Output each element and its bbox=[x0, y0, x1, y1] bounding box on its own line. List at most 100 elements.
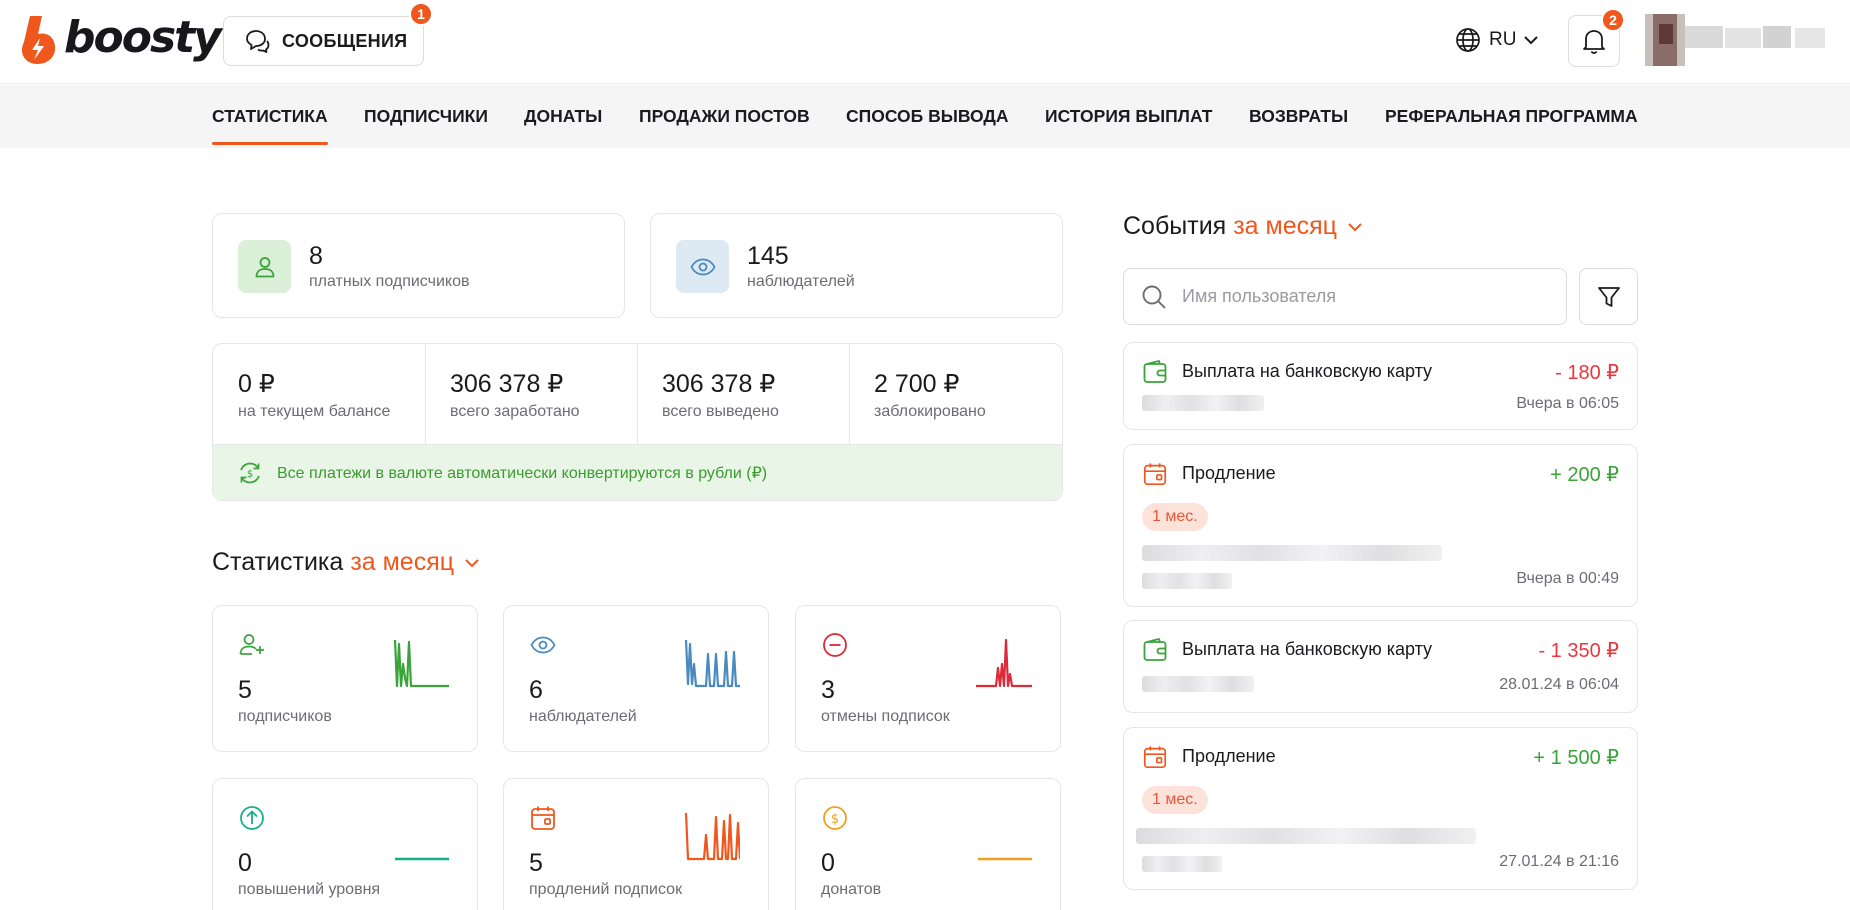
event-item-renewal-1[interactable]: Продление + 200 ₽ 1 мес. Вчера в 00:49 bbox=[1123, 444, 1638, 607]
calendar-icon bbox=[531, 806, 555, 830]
logo-wordmark: boosty bbox=[64, 11, 222, 63]
stat-card-subscribers[interactable]: 5 подписчиков bbox=[212, 605, 478, 752]
wallet-icon bbox=[1143, 638, 1167, 661]
redacted-text bbox=[1142, 545, 1442, 561]
arrow-up-circle-icon bbox=[240, 806, 264, 830]
event-amount: - 1 350 ₽ bbox=[1538, 640, 1619, 662]
currency-exchange-icon: $ bbox=[240, 462, 260, 483]
redacted-text bbox=[1142, 856, 1222, 872]
stat-renewals-value: 5 bbox=[529, 849, 543, 877]
user-icon bbox=[255, 256, 274, 277]
balance-withdrawn-value: 306 378 ₽ bbox=[662, 370, 776, 398]
events-title: События bbox=[1123, 212, 1227, 240]
event-item-renewal-2[interactable]: Продление + 1 500 ₽ 1 мес. 27.01.24 в 21… bbox=[1123, 727, 1638, 890]
events-period-dropdown[interactable]: за месяц bbox=[1233, 212, 1365, 241]
balance-earned-value: 306 378 ₽ bbox=[450, 370, 564, 398]
stat-cancellations-label: отмены подписок bbox=[821, 708, 950, 725]
events-period-label: за месяц bbox=[1233, 212, 1337, 240]
language-label: RU bbox=[1489, 29, 1517, 50]
balance-card: 0 ₽ на текущем балансе 306 378 ₽ всего з… bbox=[212, 343, 1063, 501]
calendar-icon bbox=[1143, 746, 1167, 769]
event-item-payout-1[interactable]: Выплата на банковскую карту - 180 ₽ Вчер… bbox=[1123, 342, 1638, 430]
tab-refunds[interactable]: ВОЗВРАТЫ bbox=[1249, 85, 1348, 148]
event-title: Выплата на банковскую карту bbox=[1182, 361, 1433, 381]
renewals-sparkline bbox=[684, 812, 740, 861]
followers-count: 145 bbox=[747, 242, 789, 270]
statistics-heading: Статистика за месяц bbox=[212, 548, 482, 577]
stat-card-cancellations[interactable]: 3 отмены подписок bbox=[795, 605, 1061, 752]
filter-button[interactable] bbox=[1579, 268, 1638, 325]
messages-button[interactable]: СООБЩЕНИЯ bbox=[223, 16, 424, 66]
user-avatar-blurred[interactable] bbox=[1645, 14, 1831, 66]
balance-earned: 306 378 ₽ всего заработано bbox=[425, 344, 637, 444]
event-title: Продление bbox=[1182, 463, 1276, 483]
stat-cancellations-value: 3 bbox=[821, 676, 835, 704]
balance-withdrawn-label: всего выведено bbox=[662, 403, 779, 420]
redacted-text bbox=[1142, 573, 1232, 589]
stat-card-followers[interactable]: 6 наблюдателей bbox=[503, 605, 769, 752]
chevron-down-icon bbox=[1524, 36, 1539, 45]
user-search bbox=[1123, 268, 1567, 325]
stat-card-renewals[interactable]: 5 продлений подписок bbox=[503, 778, 769, 910]
redacted-text bbox=[1136, 828, 1476, 844]
balance-blocked-value: 2 700 ₽ bbox=[874, 370, 960, 398]
followers-label: наблюдателей bbox=[747, 273, 855, 290]
minus-circle-icon bbox=[823, 633, 847, 657]
stat-subscribers-label: подписчиков bbox=[238, 708, 332, 725]
tab-withdrawal-method[interactable]: СПОСОБ ВЫВОДА bbox=[846, 85, 1009, 148]
paid-subscribers-label: платных подписчиков bbox=[309, 273, 470, 290]
notifications-badge: 2 bbox=[1601, 8, 1625, 32]
currency-notice-text: Все платежи в валюте автоматически конве… bbox=[277, 464, 768, 482]
balance-blocked: 2 700 ₽ заблокировано bbox=[849, 344, 1061, 444]
bell-icon bbox=[1583, 30, 1605, 54]
boosty-logo-icon bbox=[21, 16, 56, 64]
user-plus-icon bbox=[239, 634, 264, 655]
balance-blocked-label: заблокировано bbox=[874, 403, 986, 420]
tab-statistics[interactable]: СТАТИСТИКА bbox=[212, 85, 328, 148]
stat-card-donations[interactable]: $ 0 донатов bbox=[795, 778, 1061, 910]
stat-subscribers-value: 5 bbox=[238, 676, 252, 704]
tab-subscribers[interactable]: ПОДПИСЧИКИ bbox=[364, 85, 488, 148]
stat-donations-label: донатов bbox=[821, 881, 882, 898]
period-tag: 1 мес. bbox=[1142, 503, 1208, 531]
cancellations-sparkline bbox=[976, 638, 1032, 688]
stats-tabs: СТАТИСТИКА ПОДПИСЧИКИ ДОНАТЫ ПРОДАЖИ ПОС… bbox=[0, 85, 1850, 148]
tab-donations[interactable]: ДОНАТЫ bbox=[524, 85, 602, 148]
coin-icon: $ bbox=[823, 806, 847, 830]
event-time: Вчера в 06:05 bbox=[1516, 395, 1619, 412]
calendar-icon bbox=[1143, 463, 1167, 486]
statistics-period-label: за месяц bbox=[350, 548, 455, 576]
user-icon-wrap bbox=[238, 240, 291, 293]
balance-current: 0 ₽ на текущем балансе bbox=[213, 344, 425, 444]
language-selector[interactable]: RU bbox=[1455, 24, 1540, 56]
event-amount: + 200 ₽ bbox=[1550, 464, 1619, 486]
boosty-logo[interactable]: boosty bbox=[16, 11, 222, 66]
messages-badge: 1 bbox=[409, 2, 433, 26]
stat-card-upgrades[interactable]: 0 повышений уровня bbox=[212, 778, 478, 910]
events-heading: События за месяц bbox=[1123, 212, 1365, 241]
eye-icon-wrap bbox=[676, 240, 729, 293]
statistics-period-dropdown[interactable]: за месяц bbox=[350, 548, 482, 577]
wallet-icon bbox=[1143, 360, 1167, 383]
user-search-input[interactable] bbox=[1182, 286, 1542, 307]
event-title: Выплата на банковскую карту bbox=[1182, 639, 1433, 659]
followers-card: 145 наблюдателей bbox=[650, 213, 1063, 318]
tab-referral-program[interactable]: РЕФЕРАЛЬНАЯ ПРОГРАММА bbox=[1385, 85, 1638, 148]
balance-current-label: на текущем балансе bbox=[238, 403, 391, 420]
top-header: boosty СООБЩЕНИЯ 1 RU 2 bbox=[0, 0, 1850, 84]
event-item-payout-2[interactable]: Выплата на банковскую карту - 1 350 ₽ 28… bbox=[1123, 620, 1638, 713]
currency-notice: $ Все платежи в валюте автоматически кон… bbox=[213, 444, 1062, 500]
balance-withdrawn: 306 378 ₽ всего выведено bbox=[637, 344, 849, 444]
search-icon bbox=[1142, 285, 1166, 309]
balance-earned-label: всего заработано bbox=[450, 403, 580, 420]
stat-followers-value: 6 bbox=[529, 676, 543, 704]
period-tag: 1 мес. bbox=[1142, 786, 1208, 814]
chevron-down-icon bbox=[1348, 222, 1362, 231]
tab-payout-history[interactable]: ИСТОРИЯ ВЫПЛАТ bbox=[1045, 85, 1212, 148]
redacted-text bbox=[1142, 395, 1264, 411]
stat-donations-value: 0 bbox=[821, 849, 835, 877]
tab-post-sales[interactable]: ПРОДАЖИ ПОСТОВ bbox=[639, 85, 810, 148]
subscribers-sparkline bbox=[393, 639, 449, 688]
stat-upgrades-label: повышений уровня bbox=[238, 881, 381, 898]
event-time: 27.01.24 в 21:16 bbox=[1499, 853, 1619, 870]
